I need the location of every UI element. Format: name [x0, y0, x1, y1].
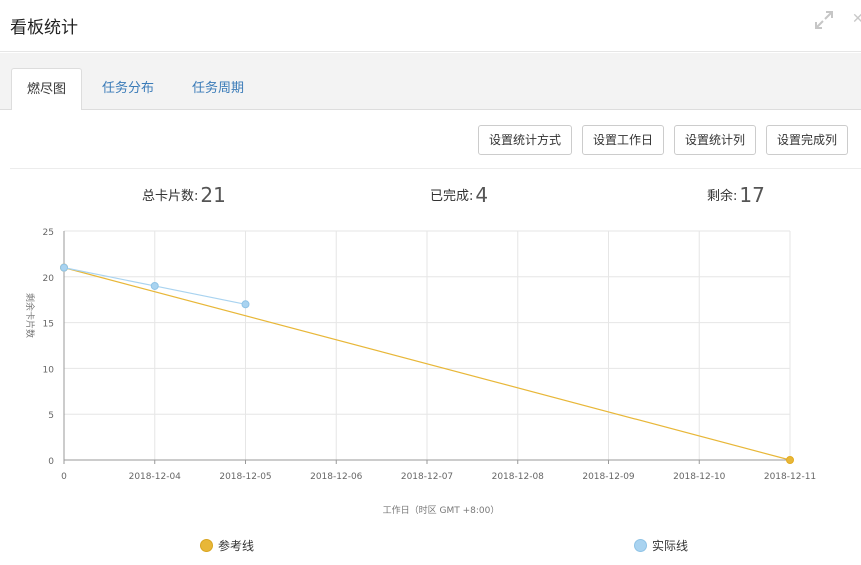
- legend-reference[interactable]: 参考线: [200, 538, 254, 554]
- y-tick-label: 25: [43, 228, 54, 238]
- y-tick-label: 5: [48, 411, 54, 421]
- burndown-chart: 0 5 10 15 20 25 0 2018-12-04 2018-12-05 2018-12-0…: [24, 228, 816, 516]
- data-point-actual: [60, 263, 68, 272]
- data-point-actual: [241, 300, 250, 309]
- legend-reference-label: 参考线: [218, 539, 255, 553]
- x-tick-label: 2018-12-04: [129, 472, 182, 482]
- x-tick-label: 2018-12-06: [310, 472, 363, 482]
- legend-reference-marker: [200, 539, 213, 552]
- x-axis-label: 工作日（时区 GMT +8:00）: [383, 504, 500, 516]
- x-tick-label: 2018-12-05: [219, 472, 271, 482]
- data-point-reference: [786, 456, 794, 464]
- legend-actual[interactable]: 实际线: [634, 538, 688, 554]
- y-tick-label: 15: [43, 320, 54, 330]
- x-tick-label: 2018-12-08: [492, 472, 545, 482]
- y-tick-label: 10: [43, 365, 55, 375]
- x-tick-label: 2018-12-09: [582, 472, 635, 482]
- x-tick-label: 2018-12-07: [401, 472, 453, 482]
- y-axis-label: 剩余卡片数: [24, 293, 36, 338]
- data-point-actual: [150, 281, 159, 290]
- legend-actual-marker: [634, 539, 647, 552]
- y-tick-label: 20: [43, 274, 55, 284]
- y-tick-label: 0: [48, 457, 54, 467]
- x-tick-label: 2018-12-10: [673, 472, 726, 482]
- x-tick-label: 2018-12-11: [764, 472, 816, 482]
- legend-actual-label: 实际线: [652, 539, 689, 553]
- x-tick-label: 0: [61, 472, 67, 482]
